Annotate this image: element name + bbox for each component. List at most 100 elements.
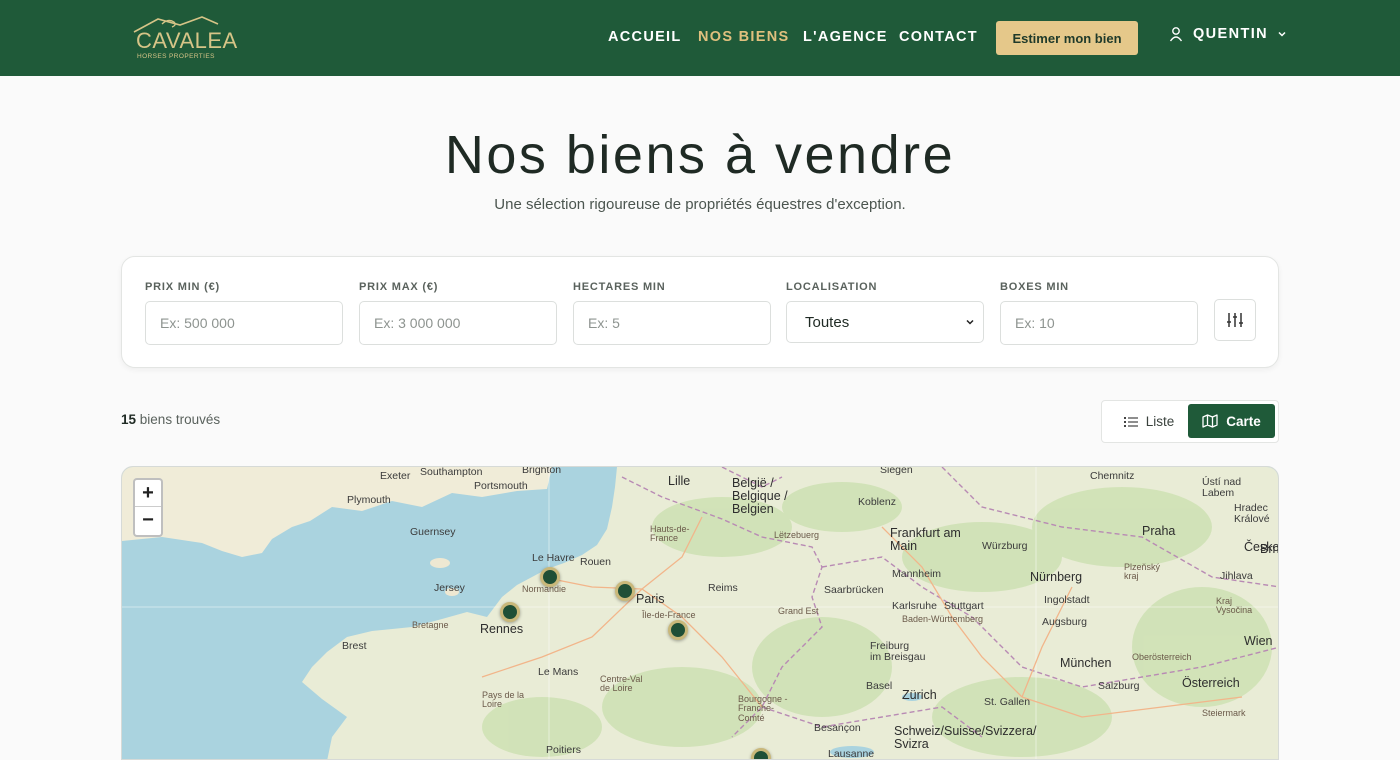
map-label: Rouen <box>580 556 611 568</box>
boxes-input[interactable] <box>1000 301 1198 345</box>
list-view-label: Liste <box>1145 414 1175 429</box>
map-label: Jersey <box>434 582 465 594</box>
map-label: Brest <box>342 640 367 652</box>
map-label: Le Havre <box>532 552 575 564</box>
map-label: Hradec Králové <box>1234 502 1270 526</box>
map-label: Österreich <box>1182 676 1240 690</box>
map-label: Poitiers <box>546 744 582 756</box>
map-icon <box>1202 414 1218 428</box>
map-label: Karlsruhe <box>892 600 937 612</box>
cavalea-logo[interactable]: CAVALEA HORSES PROPERTIES <box>128 10 237 66</box>
logo-wordmark: CAVALEA <box>136 28 238 53</box>
zoom-in-button[interactable]: + <box>135 480 161 507</box>
nav-nos-biens[interactable]: NOS BIENS <box>698 29 789 45</box>
map-tiles <box>122 467 1278 759</box>
map-label: Chemnitz <box>1090 470 1135 482</box>
prix-max-input[interactable] <box>359 301 557 345</box>
map-label: Steiermark <box>1202 708 1246 718</box>
results-suffix: biens trouvés <box>139 412 221 427</box>
map-label: Paris <box>636 592 665 606</box>
user-menu[interactable]: QUENTIN <box>1168 26 1287 42</box>
map-label: België / Belgique / Belgien <box>732 476 788 517</box>
filters-panel: PRIX MIN (€) PRIX MAX (€) HECTARES MIN L… <box>121 256 1279 368</box>
map-label: Stuttgart <box>944 600 984 612</box>
map-label: Bretagne <box>412 620 449 630</box>
zoom-out-button[interactable]: − <box>135 507 161 534</box>
map-label: Pays de la Loire <box>482 690 525 710</box>
nav-contact[interactable]: CONTACT <box>899 29 978 45</box>
logo-subtitle: HORSES PROPERTIES <box>137 53 215 60</box>
list-view-button[interactable]: Liste <box>1110 405 1188 438</box>
chevron-down-icon <box>1278 31 1286 37</box>
map-label: Le Mans <box>538 666 579 678</box>
results-number: 15 <box>121 412 137 427</box>
map-label: Besançon <box>814 722 861 734</box>
map-label: München <box>1060 656 1112 670</box>
map-label: Ingolstadt <box>1044 594 1090 606</box>
map-label: Reims <box>708 582 738 594</box>
map-label: Plzeňský kraj <box>1124 562 1161 582</box>
map-label: Bourgogne - Franche- Comté <box>738 694 788 723</box>
map-label: Guernsey <box>410 526 456 538</box>
map-label: Wien <box>1244 634 1273 648</box>
nav-agence[interactable]: L'AGENCE <box>803 29 888 45</box>
map-label: Lausanne <box>828 748 875 760</box>
map-label: Rennes <box>480 622 524 636</box>
prix-min-input[interactable] <box>145 301 343 345</box>
property-marker[interactable] <box>668 620 688 640</box>
map-label: Oberösterreich <box>1132 652 1192 662</box>
property-marker[interactable] <box>500 602 520 622</box>
map-zoom-controls: + − <box>133 478 163 537</box>
hectares-label: HECTARES MIN <box>573 281 666 293</box>
user-icon <box>1169 27 1183 42</box>
map-label: Lëtzebuerg <box>774 530 820 540</box>
page-subtitle: Une sélection rigoureuse de propriétés é… <box>494 196 906 213</box>
top-navigation-bar: CAVALEA HORSES PROPERTIES ACCUEIL NOS BI… <box>0 0 1400 76</box>
localisation-value: Toutes <box>805 313 850 331</box>
list-icon <box>1123 416 1138 427</box>
map-label: Jihlava <box>1220 570 1253 582</box>
map-label: Plymouth <box>347 494 391 506</box>
map-label: Lille <box>668 474 691 488</box>
sliders-icon <box>1227 313 1243 327</box>
nav-accueil[interactable]: ACCUEIL <box>608 29 682 45</box>
chevron-down-icon <box>966 319 974 325</box>
map-label: Mannheim <box>892 568 942 580</box>
estimate-property-button[interactable]: Estimer mon bien <box>996 21 1138 55</box>
map-label: Augsburg <box>1042 616 1087 628</box>
advanced-filters-button[interactable] <box>1214 299 1256 341</box>
map-label: Praha <box>1142 524 1176 538</box>
map-view-label: Carte <box>1226 413 1261 429</box>
map-label: Würzburg <box>982 540 1028 552</box>
property-marker[interactable] <box>615 581 635 601</box>
map-view-button[interactable]: Carte <box>1188 404 1275 438</box>
map-label: Brno <box>1260 542 1279 556</box>
property-marker[interactable] <box>540 567 560 587</box>
page-title: Nos biens à vendre <box>444 125 956 185</box>
map-label: Southampton <box>420 466 483 478</box>
map-label: Schweiz/Suisse/Svizzera/ Svizra <box>894 724 1037 752</box>
map-label: Koblenz <box>858 496 896 508</box>
map-label: Saarbrücken <box>824 584 884 596</box>
map-label: Freiburg im Breisgau <box>870 640 926 664</box>
map-label: St. Gallen <box>984 696 1031 708</box>
localisation-select[interactable]: Toutes <box>786 301 984 343</box>
prix-min-label: PRIX MIN (€) <box>145 281 220 293</box>
map-label: Brighton <box>522 466 562 476</box>
hectares-input[interactable] <box>573 301 771 345</box>
map-label: Centre-Val de Loire <box>600 674 643 694</box>
user-name: QUENTIN <box>1193 26 1269 42</box>
map-label: Exeter <box>380 470 411 482</box>
map-label: Normandie <box>522 584 567 594</box>
boxes-label: BOXES MIN <box>1000 281 1069 293</box>
map-label: Siegen <box>880 466 913 476</box>
map-label: Hauts-de- France <box>650 524 690 544</box>
view-toggle: Liste Carte <box>1101 400 1279 443</box>
properties-map[interactable]: Exeter Southampton Brighton Plymouth Por… <box>121 466 1279 760</box>
map-label: Ústí nad Labem <box>1202 476 1242 500</box>
map-label: Baden-Württemberg <box>902 614 984 624</box>
map-label: Salzburg <box>1098 680 1140 692</box>
map-label: Grand Est <box>778 606 819 616</box>
map-label: Île-de-France <box>642 610 696 620</box>
map-label: Zürich <box>902 688 937 702</box>
